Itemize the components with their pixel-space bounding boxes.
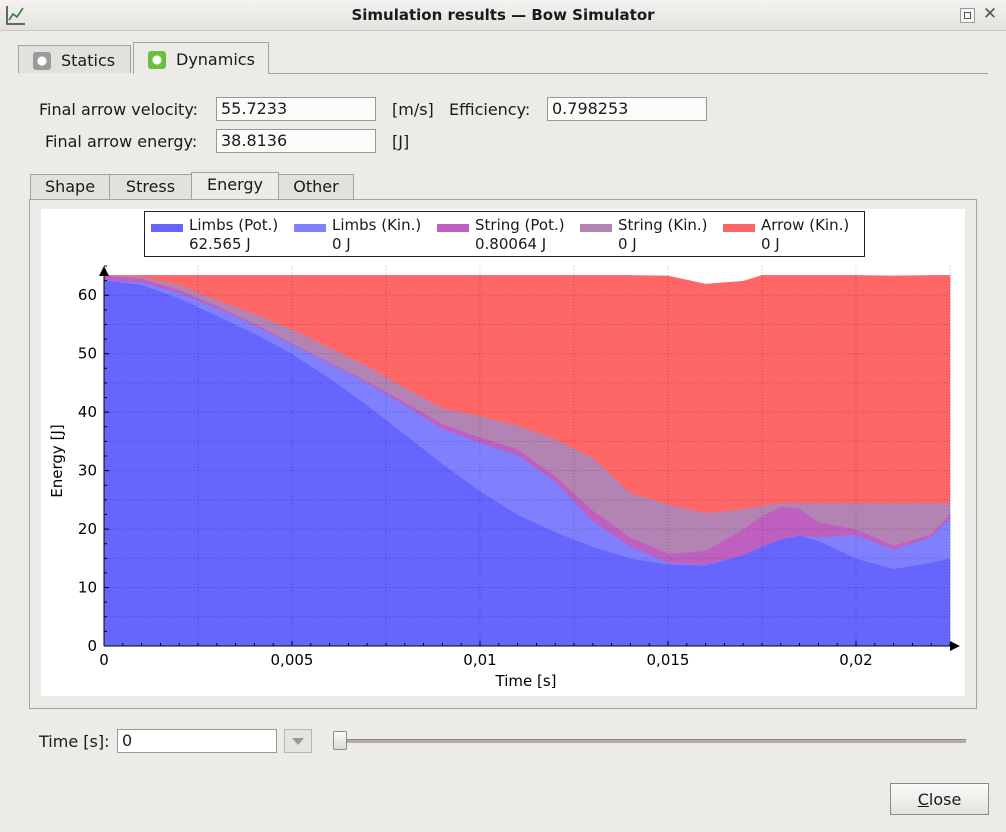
energy-chart[interactable]: 0 10 20 30 40 50 60 0 0,005 0,01 0,015 0,02 Energy … — [0, 0, 1006, 832]
y-axis-arrow-icon — [99, 266, 109, 276]
legend-swatch — [437, 224, 469, 232]
x-axis-label: Time [s] — [495, 672, 557, 690]
time-label: Time [s]: — [39, 732, 110, 751]
legend-series-value: 0 J — [332, 235, 351, 253]
close-button[interactable]: Close — [890, 783, 989, 815]
legend-series-value: 0.80064 J — [475, 235, 547, 253]
legend-swatch — [723, 224, 755, 232]
x-tick-label: 0,005 — [271, 651, 314, 669]
y-tick-label: 40 — [78, 403, 97, 421]
y-axis-label: Energy [J] — [48, 424, 66, 497]
y-tick-label: 60 — [78, 286, 97, 304]
x-tick-label: 0,015 — [647, 651, 690, 669]
x-tick-label: 0,01 — [463, 651, 496, 669]
close-button-mnemonic: C — [917, 790, 929, 809]
x-tick-label: 0,02 — [839, 651, 872, 669]
legend-series-value: 0 J — [618, 235, 637, 253]
y-tick-label: 10 — [78, 579, 97, 597]
y-tick-label: 0 — [87, 637, 97, 655]
legend-swatch — [151, 224, 183, 232]
chart-legend: Limbs (Pot.) 62.565 J Limbs (Kin.) 0 J Strin… — [144, 211, 865, 257]
close-button-rest: lose — [928, 790, 962, 809]
x-axis-arrow-icon — [950, 641, 960, 651]
legend-series-value: 62.565 J — [189, 235, 251, 253]
time-input[interactable]: 0 — [117, 729, 277, 753]
legend-series-name: Limbs (Pot.) — [189, 216, 279, 234]
time-slider[interactable] — [340, 739, 966, 743]
legend-series-name: Limbs (Kin.) — [332, 216, 422, 234]
time-slider-handle[interactable] — [333, 731, 347, 750]
y-tick-label: 30 — [78, 462, 97, 480]
legend-series-value: 0 J — [761, 235, 780, 253]
chevron-down-icon[interactable] — [284, 729, 312, 753]
legend-series-name: Arrow (Kin.) — [761, 216, 850, 234]
legend-swatch — [580, 224, 612, 232]
y-tick-label: 20 — [78, 520, 97, 538]
x-tick-label: 0 — [99, 651, 109, 669]
legend-series-name: String (Pot.) — [475, 216, 565, 234]
y-tick-label: 50 — [78, 345, 97, 363]
legend-series-name: String (Kin.) — [618, 216, 708, 234]
legend-swatch — [294, 224, 326, 232]
